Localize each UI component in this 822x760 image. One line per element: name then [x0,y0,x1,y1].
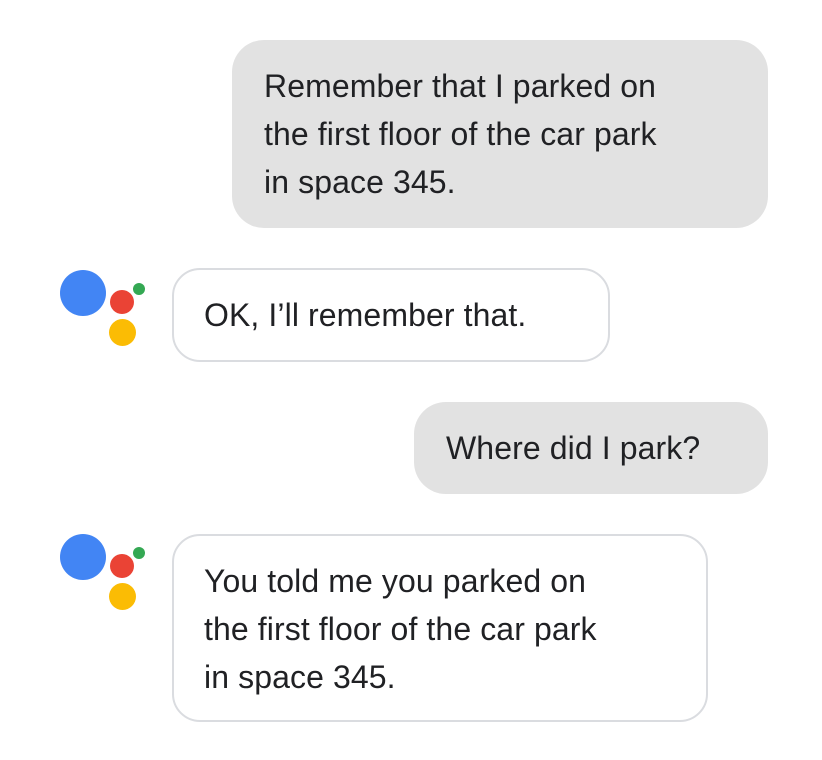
assistant-red-dot [110,554,134,578]
assistant-message-bubble: You told me you parked on the first floo… [172,534,708,722]
message-text-line: the first floor of the car park [204,611,597,647]
message-text-line: Where did I park? [446,430,701,466]
message-text-line: Remember that I parked on [264,68,657,104]
assistant-yellow-dot [109,583,136,610]
google-assistant-icon [56,530,156,630]
message-text-line: the first floor of the car park [264,116,657,152]
assistant-blue-dot [60,270,106,316]
message-text-line: in space 345. [264,164,456,200]
assistant-yellow-dot [109,319,136,346]
message-text-line: OK, I’ll remember that. [204,297,527,333]
user-message-bubble: Remember that I parked on the first floo… [232,40,768,228]
assistant-message-bubble: OK, I’ll remember that. [172,268,610,362]
assistant-green-dot [133,283,145,295]
assistant-red-dot [110,290,134,314]
assistant-green-dot [133,547,145,559]
google-assistant-icon [56,266,156,366]
message-text-line: You told me you parked on [204,563,587,599]
assistant-blue-dot [60,534,106,580]
message-text-line: in space 345. [204,659,396,695]
user-message-bubble: Where did I park? [414,402,768,494]
